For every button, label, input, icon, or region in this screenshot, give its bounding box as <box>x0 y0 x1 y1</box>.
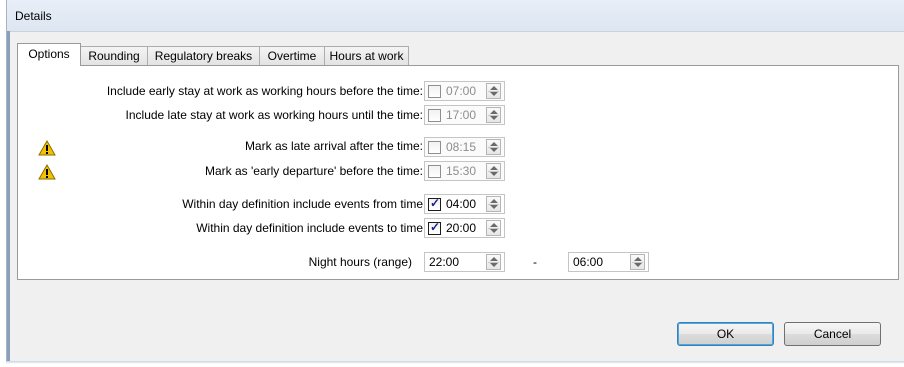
tab-hours-at-work[interactable]: Hours at work <box>324 46 409 66</box>
ok-button[interactable]: OK <box>677 322 774 346</box>
early-departure-time-picker[interactable]: 15:30 <box>424 161 505 181</box>
early-departure-checkbox[interactable] <box>428 165 441 178</box>
late-stay-spinner[interactable] <box>486 107 501 123</box>
warning-icon <box>38 164 56 180</box>
events-from-time-picker[interactable]: ✓ 04:00 <box>424 194 505 214</box>
spin-up-icon[interactable] <box>490 166 498 170</box>
late-stay-time: 17:00 <box>446 108 477 122</box>
late-stay-label: Include late stay at work as working hou… <box>125 108 423 122</box>
events-from-checkbox[interactable]: ✓ <box>428 196 441 211</box>
events-to-time-picker[interactable]: ✓ 20:00 <box>424 218 505 238</box>
early-departure-label: Mark as 'early departure' before the tim… <box>204 164 423 178</box>
details-window: Details Options Rounding Regulatory brea… <box>6 0 904 364</box>
cancel-button[interactable]: Cancel <box>784 322 881 346</box>
window-title: Details <box>15 9 52 23</box>
spin-down-icon[interactable] <box>490 172 498 176</box>
events-from-time: 04:00 <box>446 197 477 211</box>
options-panel: Include early stay at work as working ho… <box>17 65 899 280</box>
spin-down-icon[interactable] <box>490 92 498 96</box>
spin-up-icon[interactable] <box>490 257 498 261</box>
late-arrival-label: Mark as late arrival after the time: <box>244 139 423 153</box>
night-hours-label: Night hours (range) <box>308 255 412 269</box>
events-to-checkbox[interactable]: ✓ <box>428 220 441 235</box>
tab-overtime[interactable]: Overtime <box>259 46 325 66</box>
night-hours-from-picker[interactable]: 22:00 <box>424 252 505 272</box>
range-separator: - <box>533 255 537 269</box>
checkmark-icon: ✓ <box>430 220 441 234</box>
late-arrival-spinner[interactable] <box>486 139 501 155</box>
spin-down-icon[interactable] <box>490 148 498 152</box>
early-departure-spinner[interactable] <box>486 163 501 179</box>
night-hours-from-spinner[interactable] <box>486 254 501 270</box>
spin-down-icon[interactable] <box>490 263 498 267</box>
title-bar: Details <box>7 0 904 32</box>
early-stay-spinner[interactable] <box>486 83 501 99</box>
night-hours-from: 22:00 <box>429 255 460 269</box>
early-stay-checkbox[interactable] <box>428 85 441 98</box>
early-stay-label: Include early stay at work as working ho… <box>106 84 423 98</box>
early-stay-time: 07:00 <box>446 84 477 98</box>
events-to-time: 20:00 <box>446 221 477 235</box>
late-stay-time-picker[interactable]: 17:00 <box>424 105 505 125</box>
early-stay-time-picker[interactable]: 07:00 <box>424 81 505 101</box>
warning-icon <box>38 140 56 156</box>
late-stay-checkbox[interactable] <box>428 109 441 122</box>
labels-column: Include early stay at work as working ho… <box>18 66 423 279</box>
events-to-label: Within day definition include events to … <box>196 221 423 235</box>
checkmark-icon: ✓ <box>430 196 441 210</box>
night-hours-to-spinner[interactable] <box>630 254 645 270</box>
events-to-spinner[interactable] <box>486 220 501 236</box>
night-hours-to: 06:00 <box>573 255 604 269</box>
late-arrival-time-picker[interactable]: 08:15 <box>424 137 505 157</box>
spin-up-icon[interactable] <box>490 86 498 90</box>
spin-down-icon[interactable] <box>490 116 498 120</box>
late-arrival-checkbox[interactable] <box>428 141 441 154</box>
events-from-spinner[interactable] <box>486 196 501 212</box>
tab-regulatory-breaks[interactable]: Regulatory breaks <box>147 46 260 66</box>
tab-options[interactable]: Options <box>17 43 81 66</box>
spin-down-icon[interactable] <box>634 263 642 267</box>
spin-down-icon[interactable] <box>490 205 498 209</box>
spin-up-icon[interactable] <box>634 257 642 261</box>
spin-down-icon[interactable] <box>490 229 498 233</box>
spin-up-icon[interactable] <box>490 142 498 146</box>
night-hours-to-picker[interactable]: 06:00 <box>568 252 649 272</box>
spin-up-icon[interactable] <box>490 199 498 203</box>
events-from-label: Within day definition include events fro… <box>182 197 423 211</box>
spin-up-icon[interactable] <box>490 223 498 227</box>
late-arrival-time: 08:15 <box>446 140 477 154</box>
spin-up-icon[interactable] <box>490 110 498 114</box>
early-departure-time: 15:30 <box>446 164 477 178</box>
window-bottom-edge <box>6 361 904 364</box>
window-edge <box>7 31 10 361</box>
tab-rounding[interactable]: Rounding <box>80 46 148 66</box>
